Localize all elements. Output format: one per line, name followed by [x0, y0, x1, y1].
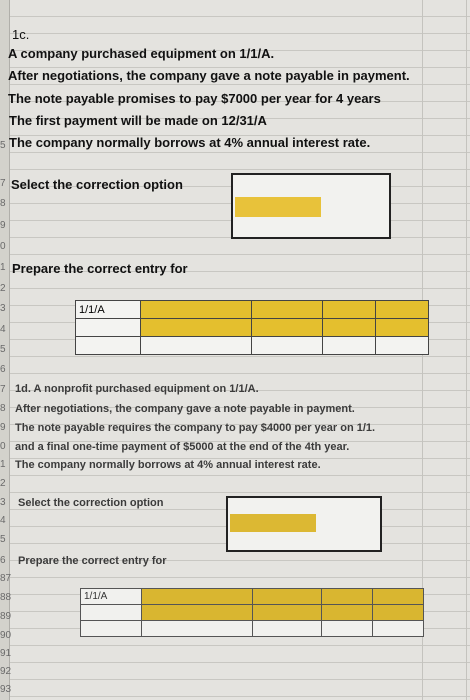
row-number[interactable]: 5	[0, 534, 12, 545]
problem-text-line[interactable]: 1d. A nonprofit purchased equipment on 1…	[15, 383, 259, 395]
amount-cell[interactable]	[252, 604, 322, 621]
problem-text-line[interactable]: A company purchased equipment on 1/1/A.	[8, 46, 274, 61]
account-cell[interactable]	[141, 604, 253, 621]
row-number[interactable]: 3	[0, 303, 12, 314]
correction-answer-cell[interactable]	[230, 514, 316, 532]
row-number[interactable]: 4	[0, 324, 12, 335]
amount-cell[interactable]	[321, 604, 373, 621]
account-cell[interactable]	[140, 300, 252, 319]
row-number[interactable]: 7	[0, 384, 12, 395]
amount-cell[interactable]	[251, 336, 323, 355]
row-number[interactable]: 6	[0, 555, 12, 566]
problem-text-line[interactable]: and a final one-time payment of $5000 at…	[15, 441, 349, 453]
amount-cell[interactable]	[251, 300, 323, 319]
row-number[interactable]: 91	[0, 648, 12, 659]
problem-text-line[interactable]: After negotiations, the company gave a n…	[15, 403, 355, 415]
amount-cell[interactable]	[322, 300, 376, 319]
problem-text-line[interactable]: The note payable promises to pay $7000 p…	[8, 91, 381, 106]
amount-cell[interactable]	[322, 318, 376, 337]
row-number[interactable]: 1	[0, 459, 12, 470]
account-cell[interactable]	[141, 588, 253, 605]
row-number[interactable]: 9	[0, 422, 12, 433]
row-number[interactable]: 7	[0, 178, 12, 189]
amount-cell[interactable]	[372, 588, 424, 605]
amount-cell[interactable]	[372, 604, 424, 621]
amount-cell[interactable]	[321, 620, 373, 637]
row-number[interactable]: 8	[0, 403, 12, 414]
correction-option-box[interactable]	[226, 496, 382, 552]
entry-date-cell[interactable]: 1/1/A	[80, 588, 142, 605]
select-correction-label: Select the correction option	[18, 497, 164, 509]
row-number[interactable]: 1	[0, 262, 12, 273]
row-number[interactable]: 93	[0, 684, 12, 695]
account-cell[interactable]	[140, 336, 252, 355]
row-number[interactable]: 9	[0, 220, 12, 231]
journal-entry-table: 1/1/A	[75, 300, 429, 355]
row-number[interactable]: 2	[0, 478, 12, 489]
column-line	[466, 0, 467, 700]
row-number[interactable]: 5	[0, 344, 12, 355]
row-number[interactable]: 90	[0, 630, 12, 641]
journal-entry-table: 1/1/A	[80, 588, 424, 637]
row-number[interactable]: 2	[0, 283, 12, 294]
entry-label: Prepare the correct entry for	[12, 261, 188, 276]
amount-cell[interactable]	[252, 588, 322, 605]
entry-label: Prepare the correct entry for	[18, 555, 167, 567]
entry-date-cell[interactable]	[75, 318, 141, 337]
amount-cell[interactable]	[322, 336, 376, 355]
correction-option-box[interactable]	[231, 173, 391, 239]
row-number[interactable]: 89	[0, 611, 12, 622]
amount-cell[interactable]	[321, 588, 373, 605]
row-number[interactable]: 92	[0, 666, 12, 677]
correction-answer-cell[interactable]	[235, 197, 321, 217]
entry-date-cell[interactable]	[80, 604, 142, 621]
row-number[interactable]: 4	[0, 515, 12, 526]
problem-text-line[interactable]: The company normally borrows at 4% annua…	[9, 135, 370, 150]
amount-cell[interactable]	[251, 318, 323, 337]
amount-cell[interactable]	[375, 318, 429, 337]
row-number[interactable]: 5	[0, 140, 12, 151]
row-number[interactable]: 0	[0, 241, 12, 252]
amount-cell[interactable]	[375, 336, 429, 355]
row-number[interactable]: 87	[0, 573, 12, 584]
row-number[interactable]: 0	[0, 441, 12, 452]
account-cell[interactable]	[141, 620, 253, 637]
spreadsheet: 1c. A company purchased equipment on 1/1…	[0, 0, 470, 700]
section-id-cell[interactable]: 1c.	[12, 27, 29, 42]
problem-text-line[interactable]: After negotiations, the company gave a n…	[8, 68, 410, 83]
account-cell[interactable]	[140, 318, 252, 337]
problem-text-line[interactable]: The first payment will be made on 12/31/…	[9, 113, 267, 128]
row-number[interactable]: 6	[0, 364, 12, 375]
entry-date-cell[interactable]: 1/1/A	[75, 300, 141, 319]
amount-cell[interactable]	[372, 620, 424, 637]
amount-cell[interactable]	[252, 620, 322, 637]
entry-date-cell[interactable]	[80, 620, 142, 637]
problem-text-line[interactable]: The company normally borrows at 4% annua…	[15, 459, 321, 471]
problem-text-line[interactable]: The note payable requires the company to…	[15, 422, 375, 434]
row-number[interactable]: 3	[0, 497, 12, 508]
select-correction-label: Select the correction option	[11, 177, 183, 192]
row-number[interactable]: 88	[0, 592, 12, 603]
row-number[interactable]: 8	[0, 198, 12, 209]
amount-cell[interactable]	[375, 300, 429, 319]
entry-date-cell[interactable]	[75, 336, 141, 355]
